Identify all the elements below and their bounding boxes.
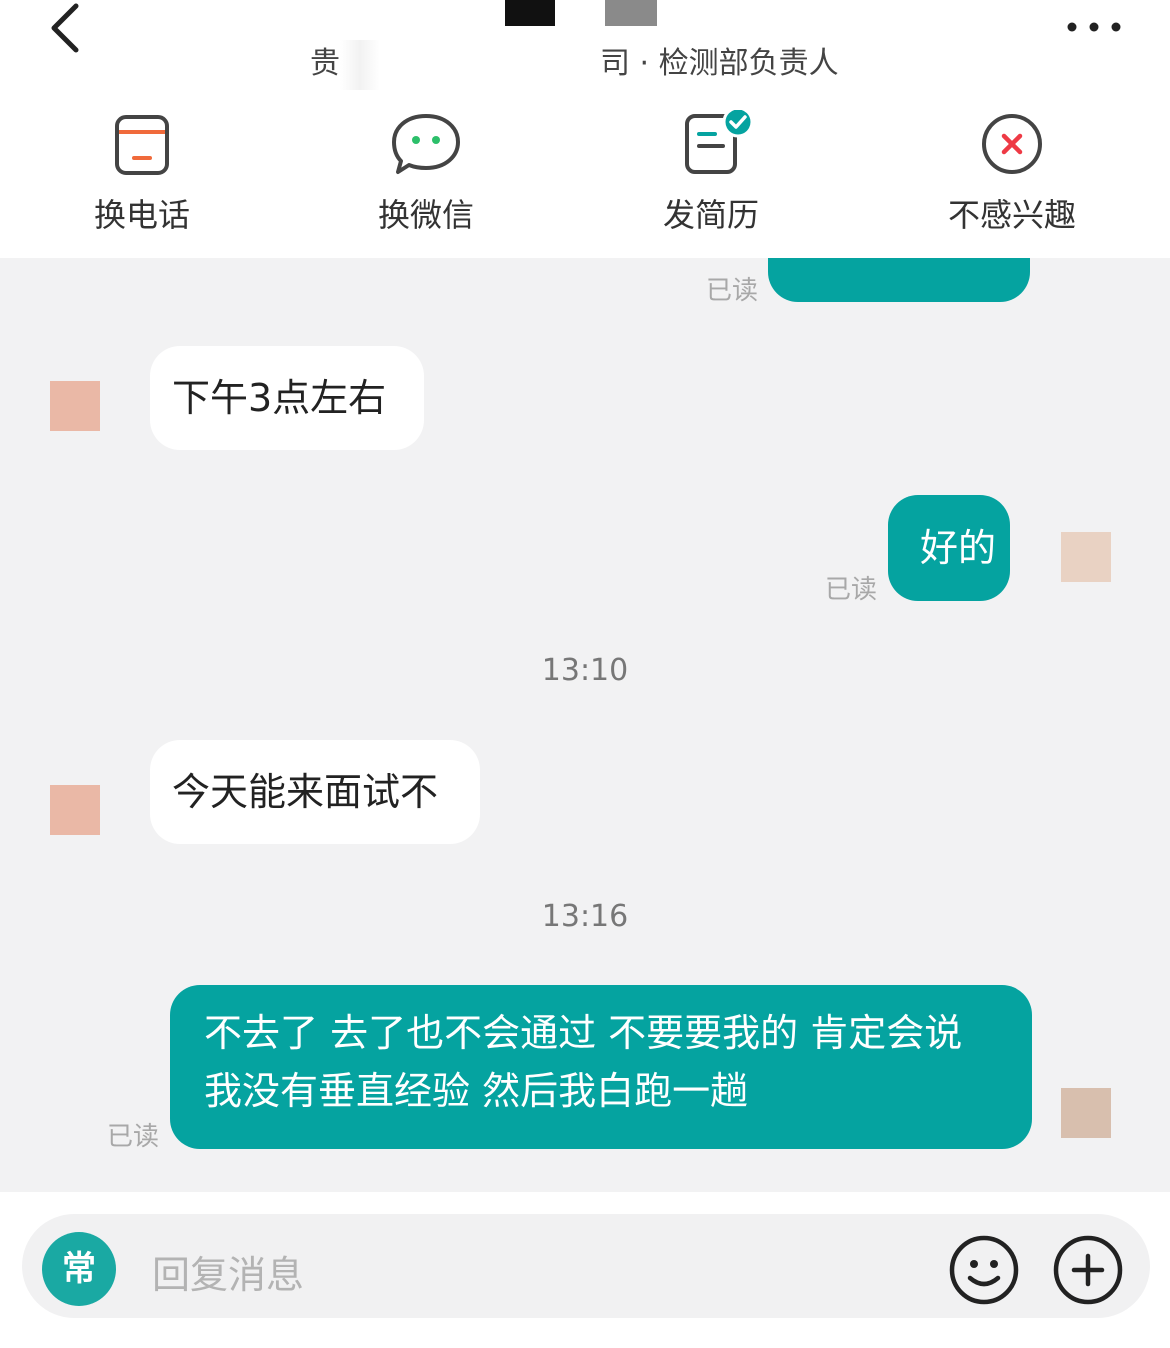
plus-icon[interactable] [1052, 1234, 1124, 1306]
resume-icon [685, 110, 754, 174]
subtitle-end: 司 · 检测部负责人 [600, 46, 839, 81]
redaction-mask [340, 39, 380, 90]
wechat-icon [392, 114, 460, 174]
message-bubble-outgoing[interactable]: 好的 [888, 495, 1010, 601]
quick-reply-button[interactable]: 常 [42, 1232, 116, 1306]
timestamp: 13:16 [541, 899, 629, 934]
input-bar: 常 回复消息 [0, 1192, 1170, 1348]
read-status: 已读 [706, 276, 759, 306]
contact-avatar[interactable] [50, 381, 100, 431]
redaction-mask [380, 44, 600, 85]
message-line: 我没有垂直经验 然后我白跑一趟 [204, 1069, 749, 1113]
redacted-name-block [605, 0, 657, 26]
action-label: 不感兴趣 [947, 196, 1076, 234]
contact-subtitle: 贵 司 · 检测部负责人 [310, 38, 839, 90]
message-bubble-incoming[interactable]: 下午3点左右 [150, 346, 424, 450]
contact-avatar[interactable] [50, 785, 100, 835]
read-status: 已读 [107, 1122, 160, 1152]
action-label: 换电话 [93, 196, 190, 234]
not-interested-icon [982, 114, 1042, 174]
read-status: 已读 [825, 575, 878, 605]
phone-icon [115, 115, 169, 175]
swap-phone-button[interactable]: 换电话 [42, 110, 242, 236]
swap-wechat-button[interactable]: 换微信 [326, 110, 526, 236]
message-bubble-incoming[interactable]: 今天能来面试不 [150, 740, 480, 844]
action-label: 换微信 [377, 196, 474, 234]
my-avatar[interactable] [1061, 532, 1111, 582]
not-interested-button[interactable]: 不感兴趣 [912, 110, 1112, 236]
message-bubble-outgoing[interactable] [768, 258, 1030, 302]
subtitle-start: 贵 [310, 46, 340, 81]
emoji-icon[interactable] [948, 1234, 1020, 1306]
redacted-name-block [505, 0, 555, 26]
message-line: 不去了 去了也不会通过 不要要我的 肯定会说 [204, 1011, 963, 1055]
message-placeholder[interactable]: 回复消息 [152, 1244, 304, 1299]
chat-header: 贵 司 · 检测部负责人 换电话 换微信 发简历 不感兴趣 [0, 0, 1170, 258]
my-avatar[interactable] [1061, 1088, 1111, 1138]
back-arrow-icon[interactable] [40, 0, 100, 60]
chat-thread[interactable]: 已读 下午3点左右 好的 已读 13:10 今天能来面试不 13:16 不去了 … [0, 258, 1170, 1192]
send-resume-button[interactable]: 发简历 [611, 110, 811, 236]
timestamp: 13:10 [541, 653, 629, 688]
more-options-icon[interactable] [1064, 12, 1124, 42]
message-bubble-outgoing[interactable]: 不去了 去了也不会通过 不要要我的 肯定会说 我没有垂直经验 然后我白跑一趟 [170, 985, 1032, 1149]
action-label: 发简历 [662, 196, 759, 234]
